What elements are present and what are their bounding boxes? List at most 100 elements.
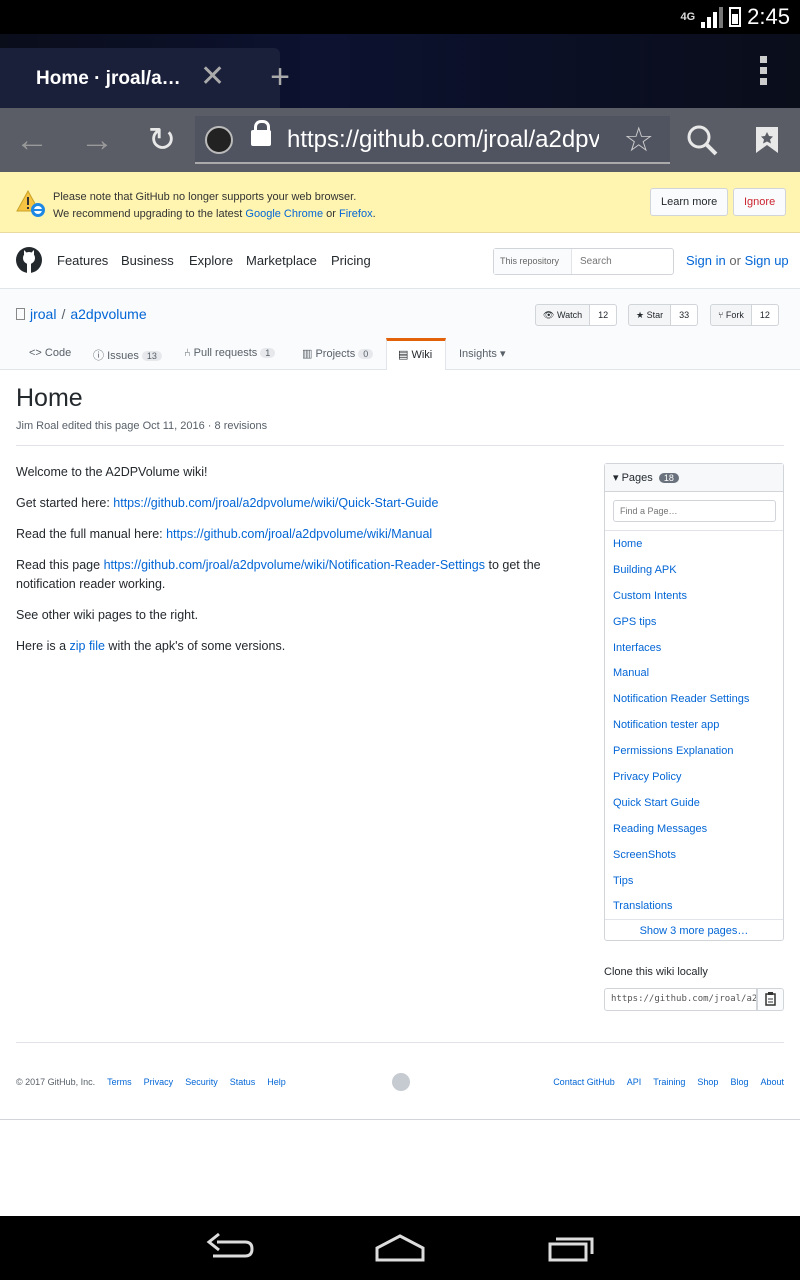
tab-projects[interactable]: ▥ Projects 0 [302,347,374,360]
zip-file-link[interactable]: zip file [70,639,105,653]
wiki-page-link[interactable]: GPS tips [605,609,783,635]
close-tab-icon[interactable]: ✕ [200,62,225,92]
notification-settings-link[interactable]: https://github.com/jroal/a2dpvolume/wiki… [104,558,485,572]
repo-owner-link[interactable]: jroal [30,306,56,322]
pages-header[interactable]: ▾ Pages 18 [605,464,783,492]
google-chrome-link[interactable]: Google Chrome [245,208,323,220]
wiki-page-link[interactable]: Building APK [605,557,783,583]
projects-counter: 0 [358,349,374,359]
find-page-input[interactable] [613,500,776,522]
wiki-page-link[interactable]: Translations [605,893,783,919]
footer-about[interactable]: About [760,1077,784,1087]
auth-links: Sign in or Sign up [686,253,789,268]
wiki-page-link[interactable]: Tips [605,868,783,894]
bookmarks-icon[interactable] [745,118,789,162]
learn-more-button[interactable]: Learn more [650,188,729,216]
page-list: Home Building APK Custom Intents GPS tips In… [605,530,783,919]
tab-insights[interactable]: Insights ▾ [459,347,506,360]
nav-marketplace[interactable]: Marketplace [246,253,317,268]
overflow-menu-icon[interactable] [760,56,770,89]
new-tab-icon[interactable]: + [258,60,302,96]
manual-link[interactable]: https://github.com/jroal/a2dpvolume/wiki… [166,527,432,541]
wiki-page-link[interactable]: Quick Start Guide [605,790,783,816]
paragraph: Read the full manual here: https://githu… [16,527,433,541]
banner-line-1: Please note that GitHub no longer suppor… [53,191,357,203]
star-count[interactable]: 33 [671,304,699,326]
fork-count[interactable]: 12 [751,304,779,326]
tab-issues[interactable]: ⓘ Issues 13 [93,347,162,363]
watch-count[interactable]: 12 [590,304,618,326]
wiki-page-link[interactable]: Custom Intents [605,583,783,609]
copy-clipboard-icon[interactable] [757,988,784,1011]
tab-code[interactable]: <> Code [29,347,71,359]
footer-help[interactable]: Help [267,1077,286,1087]
tab-wiki[interactable]: ▤ Wiki [386,338,446,370]
footer-api[interactable]: API [627,1077,642,1087]
wiki-page-link[interactable]: Privacy Policy [605,764,783,790]
footer-shop[interactable]: Shop [697,1077,718,1087]
back-icon[interactable]: ← [10,118,54,162]
search-icon[interactable] [680,118,724,162]
repo-name-link[interactable]: a2dpvolume [70,306,146,322]
lock-icon[interactable] [251,120,271,146]
star-widget: ★ Star 33 [628,304,699,326]
clone-url-box: https://github.com/jroal/a2dpvolume.wiki… [604,988,784,1011]
wiki-page-link[interactable]: Reading Messages [605,816,783,842]
footer-status[interactable]: Status [230,1077,256,1087]
github-header: Features Business Explore Marketplace Pr… [0,233,800,289]
clone-label: Clone this wiki locally [604,966,708,978]
paragraph: See other wiki pages to the right. [16,608,199,622]
fork-icon: ⑂ [718,310,726,320]
url-text[interactable]: https://github.com/jroal/a2dpvolume/wiki [287,126,599,154]
search-input[interactable] [580,256,665,267]
wiki-page-link[interactable]: Notification tester app [605,712,783,738]
clone-url-input[interactable]: https://github.com/jroal/a2dpvolume.wiki… [604,988,757,1011]
quick-start-link[interactable]: https://github.com/jroal/a2dpvolume/wiki… [113,496,438,510]
browser-toolbar: ← → ↻ https://github.com/jroal/a2dpvolum… [0,108,800,172]
site-search[interactable]: This repository [493,248,674,275]
browser-tab[interactable]: Home · jroal/a… ✕ [0,48,280,108]
footer-contact[interactable]: Contact GitHub [553,1077,615,1087]
footer-privacy[interactable]: Privacy [144,1077,174,1087]
wiki-page-link[interactable]: Notification Reader Settings [605,686,783,712]
fork-button[interactable]: ⑂ Fork [710,304,752,326]
wiki-page-link[interactable]: Manual [605,660,783,686]
bookmark-star-icon[interactable]: ☆ [624,120,654,160]
footer-blog[interactable]: Blog [730,1077,748,1087]
signal-icon [701,6,724,28]
nav-explore[interactable]: Explore [189,253,233,268]
sign-in-link[interactable]: Sign in [686,253,726,268]
back-nav-icon[interactable] [205,1230,255,1266]
watch-button[interactable]: 👁 Watch [535,304,591,326]
show-more-pages-link[interactable]: Show 3 more pages… [605,919,783,941]
footer-security[interactable]: Security [185,1077,218,1087]
page-title: Home [16,384,83,412]
nav-business[interactable]: Business [121,253,174,268]
ignore-button[interactable]: Ignore [733,188,787,216]
github-mark-icon[interactable] [392,1073,410,1091]
url-bar[interactable]: https://github.com/jroal/a2dpvolume/wiki… [195,116,670,164]
reload-icon[interactable]: ↻ [140,118,184,162]
wiki-page-link[interactable]: Home [605,531,783,557]
firefox-link[interactable]: Firefox [339,208,373,220]
footer-training[interactable]: Training [653,1077,685,1087]
recents-nav-icon[interactable] [546,1230,596,1266]
github-logo-icon[interactable] [16,247,42,273]
paragraph: Welcome to the A2DPVolume wiki! [16,465,208,479]
nav-features[interactable]: Features [57,253,108,268]
wiki-page-link[interactable]: Permissions Explanation [605,738,783,764]
clock: 2:45 [747,4,790,29]
warning-icon [16,189,45,217]
nav-pricing[interactable]: Pricing [331,253,371,268]
home-nav-icon[interactable] [374,1230,426,1266]
wiki-page-link[interactable]: Interfaces [605,635,783,661]
tab-pull-requests[interactable]: ⑃ Pull requests 1 [184,347,276,359]
wiki-page-link[interactable]: ScreenShots [605,842,783,868]
footer-terms[interactable]: Terms [107,1077,132,1087]
forward-icon[interactable]: → [75,118,119,162]
android-status-bar: 4G 2:45 [0,0,800,34]
star-button[interactable]: ★ Star [628,304,672,326]
paragraph: Read this page https://github.com/jroal/… [16,558,541,591]
tab-title: Home · jroal/a… [36,68,181,89]
sign-up-link[interactable]: Sign up [745,253,789,268]
